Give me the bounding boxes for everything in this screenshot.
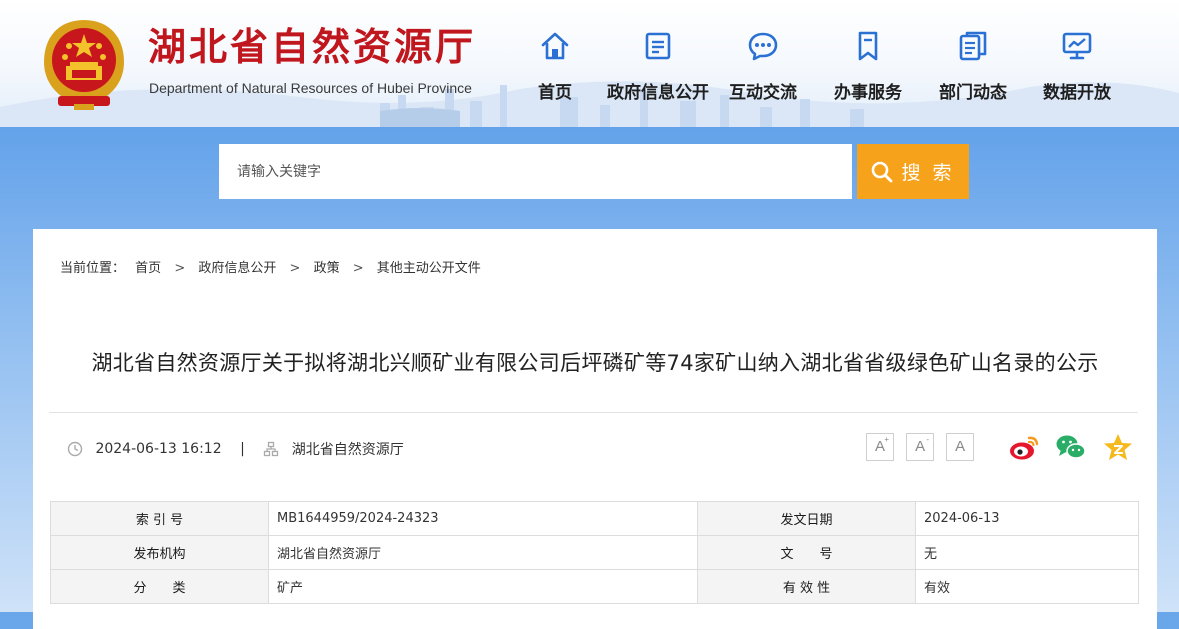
breadcrumb-separator: >: [352, 261, 364, 276]
nav-item-label: 互动交流: [729, 83, 797, 103]
document-number-label: 文 号: [697, 535, 916, 570]
document-info-table: 索 引 号 MB1644959/2024-24323 发文日期 2024-06-…: [50, 501, 1139, 604]
article-tools: A + A- A: [866, 432, 1134, 462]
minus-sign: -: [926, 435, 930, 444]
font-reset-button[interactable]: A: [946, 433, 975, 461]
nav-item-label: 部门动态: [939, 83, 1007, 103]
index-number-value: MB1644959/2024-24323: [268, 501, 698, 536]
bookmark-icon: [858, 31, 878, 61]
issue-date-label: 发文日期: [697, 501, 916, 536]
nav-item-open-data[interactable]: 数据开放: [1022, 24, 1132, 104]
home-icon: [541, 32, 569, 60]
data-screen-icon: [1062, 32, 1092, 60]
organization-icon: [264, 441, 279, 457]
search-input[interactable]: [219, 144, 852, 199]
table-row: 发布机构 湖北省自然资源厅 文 号 无: [50, 535, 1139, 570]
table-row: 分 类 矿产 有 效 性 有效: [50, 569, 1139, 604]
breadcrumb-prefix: 当前位置：: [60, 261, 126, 276]
nav-item-label: 数据开放: [1043, 83, 1111, 103]
news-pages-icon: [959, 31, 987, 61]
nav-item-government-info[interactable]: 政府信息公开: [603, 24, 713, 104]
meta-separator: |: [240, 441, 245, 457]
site-subtitle: Department of Natural Resources of Hubei…: [149, 80, 472, 96]
font-increase-button[interactable]: A +: [866, 433, 894, 461]
national-emblem-logo: [44, 20, 124, 110]
nav-item-services[interactable]: 办事服务: [813, 24, 923, 104]
document-number-value: 无: [915, 535, 1139, 570]
breadcrumb-other-files[interactable]: 其他主动公开文件: [377, 257, 481, 276]
nav-item-label: 政府信息公开: [607, 83, 709, 103]
search-icon: [872, 161, 893, 182]
breadcrumb-separator: >: [289, 261, 301, 276]
validity-value: 有效: [915, 569, 1139, 604]
clock-icon: [67, 441, 83, 457]
breadcrumb-government-info[interactable]: 政府信息公开: [198, 257, 276, 276]
font-letter: A: [955, 438, 966, 455]
breadcrumb-home[interactable]: 首页: [135, 257, 161, 276]
article-panel: 当前位置： 首页 > 政府信息公开 > 政策 > 其他主动公开文件 湖北省自然资…: [33, 229, 1157, 629]
publisher-label: 发布机构: [50, 535, 269, 570]
search-button-label: 搜 索: [901, 162, 955, 184]
breadcrumb-policy[interactable]: 政策: [314, 257, 340, 276]
nav-item-label: 首页: [538, 83, 572, 103]
nav-item-home[interactable]: 首页: [500, 24, 610, 104]
nav-item-label: 办事服务: [834, 83, 902, 103]
site-header: 湖北省自然资源厅 Department of Natural Resources…: [0, 0, 1179, 127]
wechat-icon[interactable]: [1055, 432, 1087, 462]
font-decrease-button[interactable]: A-: [906, 433, 935, 461]
font-letter: A: [915, 438, 926, 455]
plus-sign: +: [884, 435, 889, 444]
validity-label: 有 效 性: [697, 569, 916, 604]
site-title: 湖北省自然资源厅: [148, 25, 477, 69]
issue-date-value: 2024-06-13: [915, 501, 1139, 536]
nav-item-department-news[interactable]: 部门动态: [918, 24, 1028, 104]
article-meta: 2024-06-13 16:12 | 湖北省自然资源厅: [67, 439, 404, 459]
document-list-icon: [645, 32, 671, 60]
breadcrumb: 当前位置： 首页 > 政府信息公开 > 政策 > 其他主动公开文件: [60, 257, 481, 276]
main-nav: 首页 政府信息公开 互动交流 办事服务 部门动态 数据开放: [500, 24, 1150, 104]
nav-item-interaction[interactable]: 互动交流: [708, 24, 818, 104]
search-button[interactable]: 搜 索: [857, 144, 969, 199]
article-source: 湖北省自然资源厅: [291, 442, 404, 458]
chat-bubble-icon: [748, 32, 778, 61]
breadcrumb-separator: >: [174, 261, 186, 276]
article-title: 湖北省自然资源厅关于拟将湖北兴顺矿业有限公司后坪磷矿等74家矿山纳入湖北省省级绿…: [91, 351, 1099, 375]
weibo-icon[interactable]: [1008, 432, 1040, 462]
category-label: 分 类: [50, 569, 269, 604]
publisher-value: 湖北省自然资源厅: [268, 535, 698, 570]
publish-datetime: 2024-06-13 16:12: [95, 441, 222, 457]
category-value: 矿产: [268, 569, 698, 604]
title-divider: [49, 412, 1138, 413]
table-row: 索 引 号 MB1644959/2024-24323 发文日期 2024-06-…: [50, 501, 1139, 536]
index-number-label: 索 引 号: [50, 501, 269, 536]
favorite-star-icon[interactable]: [1102, 432, 1134, 462]
